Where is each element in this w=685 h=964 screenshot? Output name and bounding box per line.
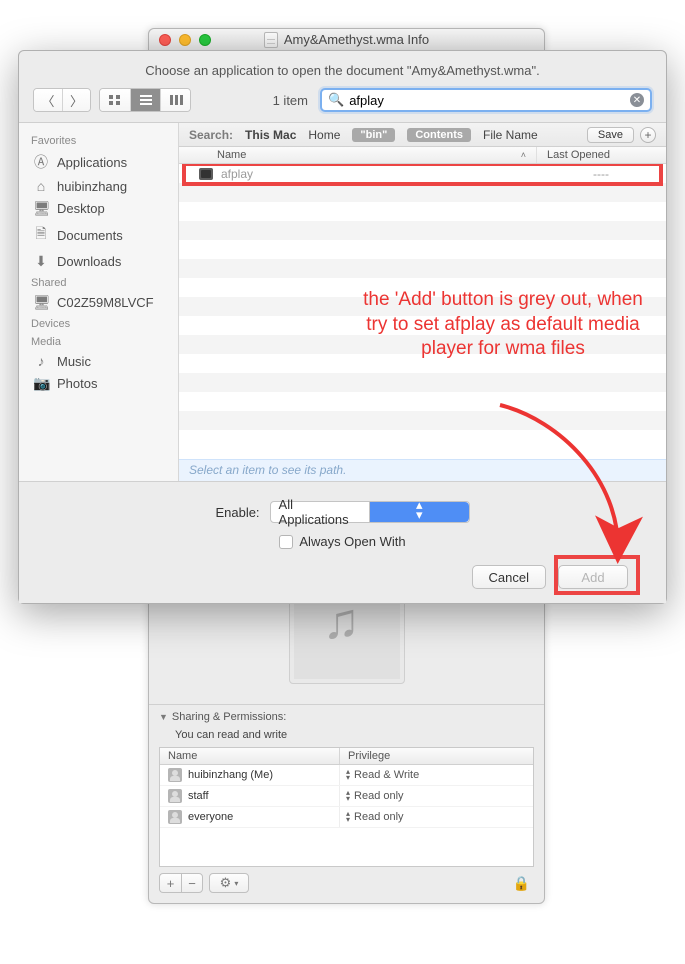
applications-icon: Ⓐ [33,152,49,172]
camera-icon: 📷 [33,375,49,392]
sidebar: Favorites ⒶApplications ⌂huibinzhang 🖥De… [19,123,179,481]
scope-home[interactable]: Home [308,128,340,142]
results-list[interactable]: afplay ---- [179,164,666,459]
group-icon [168,810,182,824]
table-row[interactable]: huibinzhang (Me) ▴▾Read & Write [160,765,533,786]
group-icon [168,789,182,803]
stepper-icon[interactable]: ▴▾ [346,790,350,802]
table-row[interactable]: staff ▴▾Read only [160,786,533,807]
document-icon [264,32,278,48]
perm-col-priv[interactable]: Privilege [340,748,533,764]
sidebar-item-documents[interactable]: 🗎Documents [19,220,178,250]
sharing-note: You can read and write [159,727,534,747]
list-view-button[interactable] [130,89,160,111]
sharing-header-text: Sharing & Permissions: [172,711,286,723]
sidebar-item-applications[interactable]: ⒶApplications [19,149,178,175]
open-panel: Choose an application to open the docume… [18,50,667,604]
open-prompt: Choose an application to open the docume… [19,51,666,88]
scope-file-name[interactable]: File Name [483,128,538,142]
scope-contents[interactable]: Contents [407,128,471,142]
scope-this-mac[interactable]: This Mac [245,128,296,142]
info-titlebar[interactable]: Amy&Amethyst.wma Info [149,29,544,51]
desktop-icon: 🖥 [33,200,49,217]
info-title: Amy&Amethyst.wma Info [149,32,544,48]
toolbar: 〈 〉 1 item 🔍 ✕ [19,88,666,122]
scope-bin[interactable]: "bin" [352,128,395,142]
add-button: Add [558,565,628,589]
bottom-pane: Enable: All Applications ▴▾ Always Open … [19,481,666,603]
col-name[interactable]: Name ˄ [179,147,536,163]
table-row[interactable]: everyone ▴▾Read only [160,807,533,828]
search-field[interactable]: 🔍 ✕ [320,88,652,112]
remove-user-button[interactable]: − [181,873,203,893]
music-icon: ♪ [33,353,49,369]
col-last-opened[interactable]: Last Opened [536,147,666,163]
lock-icon[interactable]: 🔒 [513,875,534,892]
exec-icon [199,168,213,180]
list-header: Name ˄ Last Opened [179,147,666,164]
sidebar-section-shared: Shared [19,273,178,291]
sidebar-item-shared-machine[interactable]: 🖥C02Z59M8LVCF [19,291,178,314]
user-icon [168,768,182,782]
gear-icon: ⚙ [220,875,232,891]
downloads-icon: ⬇ [33,253,49,270]
computer-icon: 🖥 [33,294,49,311]
sidebar-section-devices: Devices [19,314,178,332]
music-note-icon [323,602,371,650]
nav-group: 〈 〉 [33,88,91,112]
enable-value: All Applications [271,497,370,527]
scope-label: Search: [189,128,233,142]
enable-select[interactable]: All Applications ▴▾ [270,501,470,523]
always-open-checkbox[interactable] [279,535,293,549]
info-title-text: Amy&Amethyst.wma Info [284,32,429,47]
sidebar-section-favorites: Favorites [19,131,178,149]
list-item[interactable]: afplay ---- [179,164,666,184]
cancel-button[interactable]: Cancel [472,565,546,589]
enable-label: Enable: [215,505,259,520]
always-open-label: Always Open With [299,534,405,549]
sidebar-item-downloads[interactable]: ⬇Downloads [19,250,178,273]
perm-toolbar: + − ⚙▾ 🔒 [159,867,534,893]
sidebar-section-media: Media [19,332,178,350]
perm-col-name[interactable]: Name [160,748,340,764]
view-group [99,88,191,112]
save-search-button[interactable]: Save [587,127,634,143]
action-menu-button[interactable]: ⚙▾ [209,873,249,893]
result-last-opened: ---- [536,167,666,181]
clear-search-button[interactable]: ✕ [630,93,644,107]
column-view-button[interactable] [160,89,190,111]
add-criteria-button[interactable]: + [640,127,656,143]
disclosure-triangle-icon[interactable]: ▼ [159,712,168,722]
documents-icon: 🗎 [33,223,49,247]
sidebar-item-desktop[interactable]: 🖥Desktop [19,197,178,220]
sidebar-item-music[interactable]: ♪Music [19,350,178,372]
sharing-header[interactable]: ▼ Sharing & Permissions: [159,711,534,727]
search-icon: 🔍 [328,92,344,108]
sidebar-item-home[interactable]: ⌂huibinzhang [19,175,178,197]
forward-button[interactable]: 〉 [62,89,90,111]
sort-asc-icon: ˄ [521,150,526,160]
icon-view-button[interactable] [100,89,130,111]
back-button[interactable]: 〈 [34,89,62,111]
scope-bar: Search: This Mac Home "bin" Contents Fil… [179,123,666,147]
item-count: 1 item [273,93,308,108]
search-input[interactable] [349,93,625,108]
stepper-icon[interactable]: ▴▾ [346,769,350,781]
sidebar-item-photos[interactable]: 📷Photos [19,372,178,395]
permissions-table: Name Privilege huibinzhang (Me) ▴▾Read &… [159,747,534,867]
content-area: Search: This Mac Home "bin" Contents Fil… [179,123,666,481]
path-bar: Select an item to see its path. [179,459,666,481]
sharing-section: ▼ Sharing & Permissions: You can read an… [149,704,544,903]
home-icon: ⌂ [33,178,49,194]
result-name: afplay [221,167,253,181]
stepper-icon[interactable]: ▴▾ [346,811,350,823]
chevron-down-icon: ▾ [234,879,238,888]
add-user-button[interactable]: + [159,873,181,893]
select-caret-icon: ▴▾ [369,502,469,522]
